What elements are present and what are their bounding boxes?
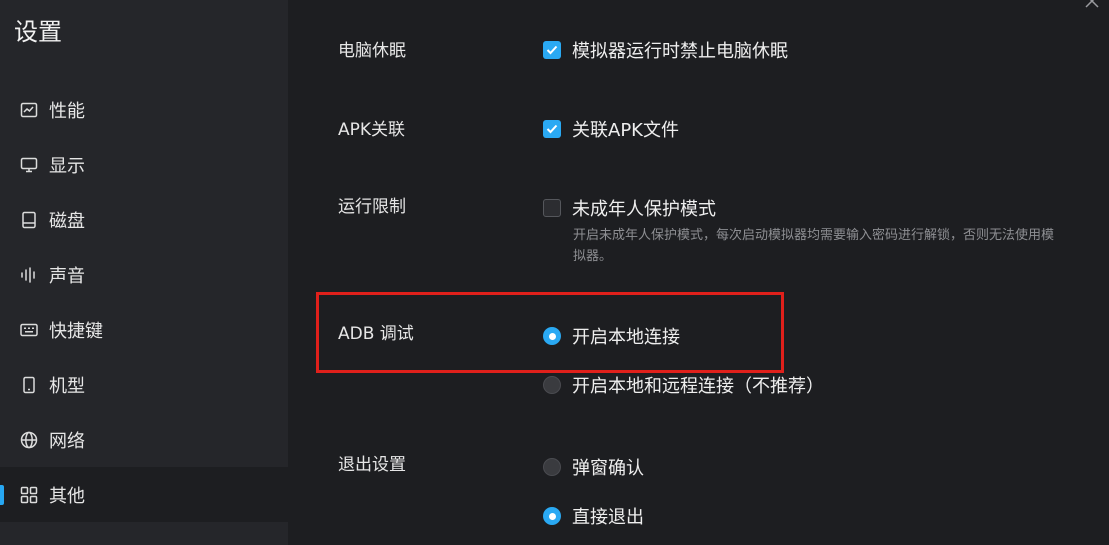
setting-label-exit: 退出设置 <box>338 455 406 475</box>
setting-label-limit: 运行限制 <box>338 197 406 217</box>
checkbox-label: 模拟器运行时禁止电脑休眠 <box>572 41 788 62</box>
checkbox-prevent-sleep[interactable]: 模拟器运行时禁止电脑休眠 <box>543 37 788 63</box>
close-button[interactable] <box>1083 0 1101 10</box>
checkbox-checked-icon <box>543 41 561 59</box>
setting-label-apk: APK关联 <box>338 120 406 140</box>
sidebar-item-network[interactable]: 网络 <box>0 412 288 467</box>
sidebar-item-performance[interactable]: 性能 <box>0 82 288 137</box>
radio-exit-direct[interactable]: 直接退出 <box>543 503 644 529</box>
globe-icon <box>20 431 38 449</box>
sidebar-item-shortcuts[interactable]: 快捷键 <box>0 302 288 357</box>
sidebar-item-label: 声音 <box>49 265 85 287</box>
monitor-icon <box>20 156 38 174</box>
checkbox-unchecked-icon <box>543 199 561 217</box>
radio-label: 直接退出 <box>572 507 644 528</box>
sidebar-item-label: 网络 <box>49 430 85 452</box>
radio-unselected-icon <box>543 376 561 394</box>
sidebar-item-other[interactable]: 其他 <box>0 467 288 522</box>
radio-label: 弹窗确认 <box>572 458 644 479</box>
grid-icon <box>20 486 38 504</box>
sidebar-item-label: 快捷键 <box>49 320 103 342</box>
minor-protection-hint: 开启未成年人保护模式，每次启动模拟器均需要输入密码进行解锁，否则无法使用模拟器。 <box>573 228 1055 264</box>
checkbox-label: 未成年人保护模式 <box>572 199 716 220</box>
radio-label: 开启本地和远程连接（不推荐） <box>572 376 824 397</box>
disk-icon <box>20 211 38 229</box>
setting-label-sleep: 电脑休眠 <box>338 41 406 61</box>
radio-adb-remote[interactable]: 开启本地和远程连接（不推荐） <box>543 372 824 398</box>
radio-exit-confirm[interactable]: 弹窗确认 <box>543 454 644 480</box>
sidebar-item-label: 其他 <box>49 485 85 507</box>
highlight-box <box>316 292 784 373</box>
sidebar-item-label: 显示 <box>49 155 85 177</box>
sidebar-item-label: 机型 <box>49 375 85 397</box>
sidebar: 设置 性能 显示 磁盘 声音 快捷键 机型 网络 其他 <box>0 0 288 545</box>
close-icon <box>1083 0 1101 14</box>
sidebar-item-display[interactable]: 显示 <box>0 137 288 192</box>
page-title: 设置 <box>14 18 62 46</box>
checkbox-checked-icon <box>543 120 561 138</box>
sidebar-item-label: 性能 <box>49 100 85 122</box>
sidebar-item-disk[interactable]: 磁盘 <box>0 192 288 247</box>
sidebar-nav: 性能 显示 磁盘 声音 快捷键 机型 网络 其他 <box>0 82 288 522</box>
sidebar-item-label: 磁盘 <box>49 210 85 232</box>
sound-wave-icon <box>20 266 38 284</box>
checkbox-minor-protection[interactable]: 未成年人保护模式 <box>543 195 716 221</box>
sidebar-item-model[interactable]: 机型 <box>0 357 288 412</box>
checkbox-apk-association[interactable]: 关联APK文件 <box>543 116 679 142</box>
phone-icon <box>20 376 38 394</box>
keyboard-icon <box>20 321 38 339</box>
checkbox-label: 关联APK文件 <box>572 120 679 141</box>
radio-selected-icon <box>543 507 561 525</box>
radio-unselected-icon <box>543 458 561 476</box>
sidebar-item-sound[interactable]: 声音 <box>0 247 288 302</box>
performance-chart-icon <box>20 101 38 119</box>
